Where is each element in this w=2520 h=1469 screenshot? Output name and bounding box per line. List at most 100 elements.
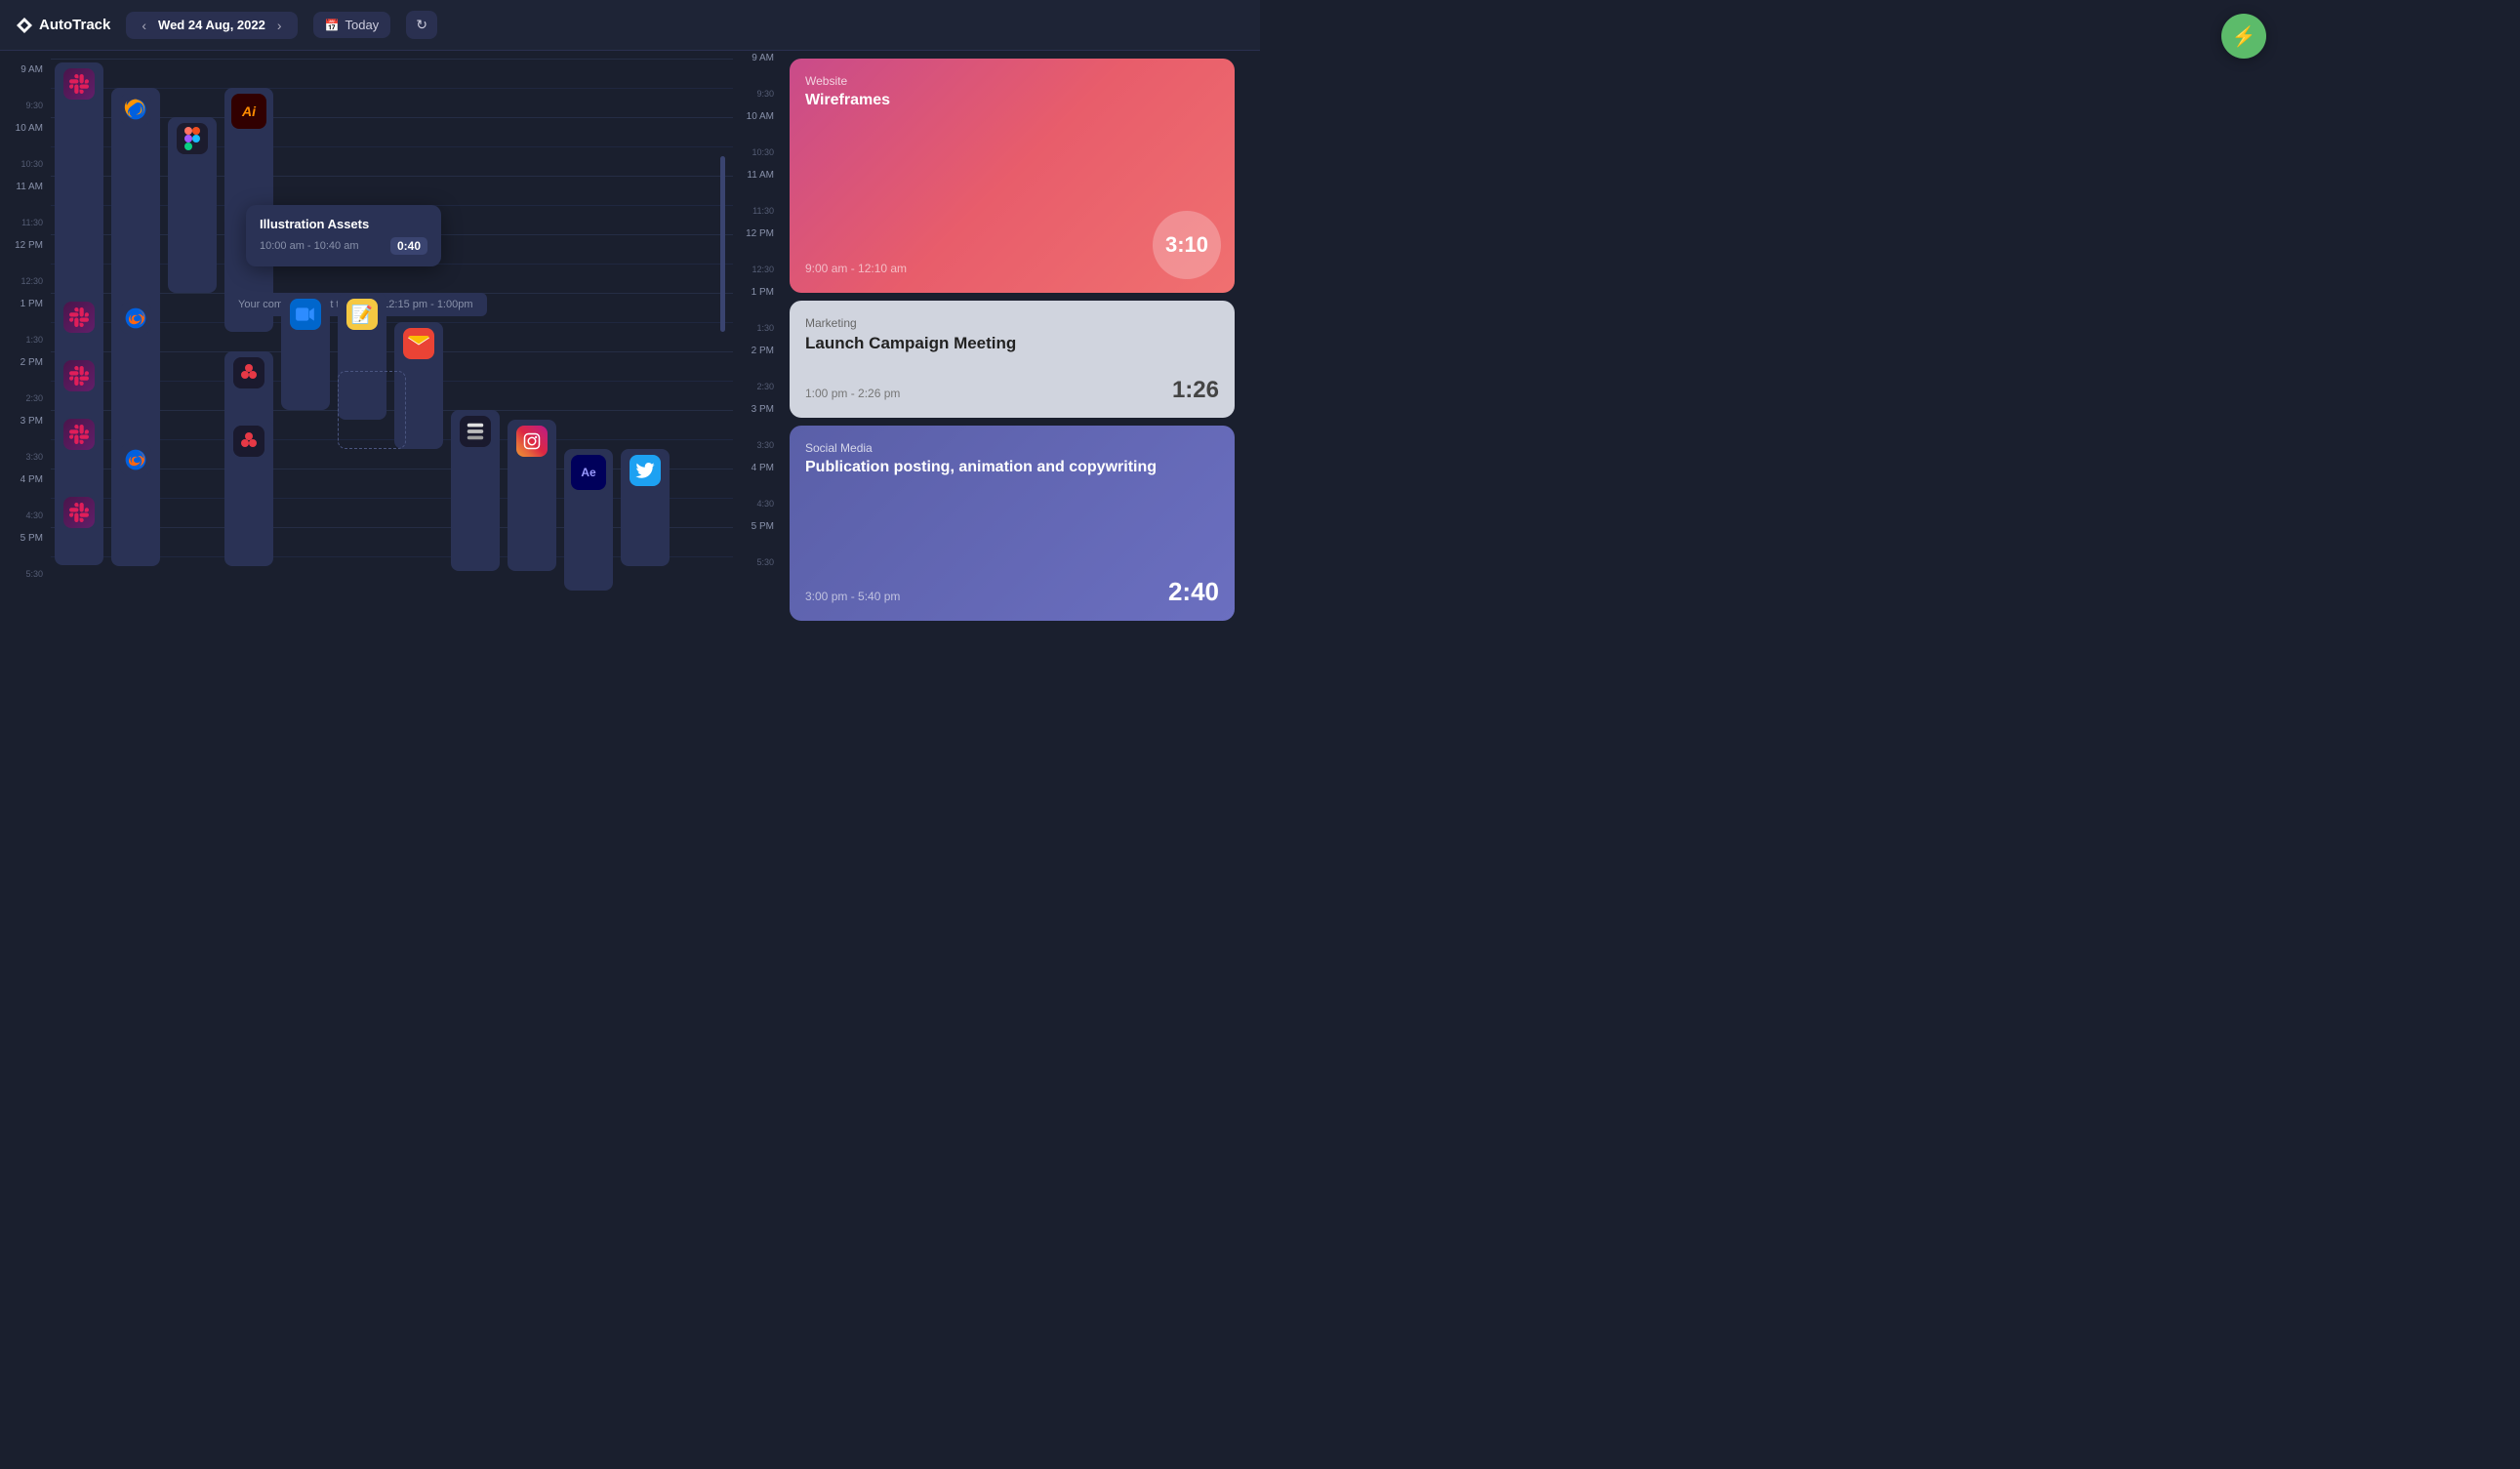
calendar-icon: 📅 xyxy=(325,19,340,32)
time-slot-9am: 9 AM 9:30 xyxy=(0,62,51,121)
resize-handle[interactable] xyxy=(720,156,725,332)
website-card-title: Wireframes xyxy=(805,92,1219,109)
time-11am: 11 AM xyxy=(0,182,51,192)
gmail-col-block[interactable] xyxy=(394,322,443,449)
time-9am: 9 AM xyxy=(0,64,51,75)
notes-col-block[interactable]: 📝 xyxy=(338,293,386,420)
time-5pm: 5 PM xyxy=(0,533,51,544)
time-slot-10am: 10 AM 10:30 xyxy=(0,121,51,180)
timeline-section: 9 AM 9:30 10 AM 10:30 11 AM 11:30 12 PM … xyxy=(0,51,733,734)
slack-col1-block[interactable] xyxy=(55,62,103,565)
gmail-icon xyxy=(403,328,434,359)
time-4pm: 4 PM xyxy=(0,474,51,485)
time-10am: 10 AM xyxy=(0,123,51,134)
lightning-fab-button[interactable]: ⚡ xyxy=(2221,14,2266,59)
marketing-meeting-card[interactable]: Marketing Launch Campaign Meeting 1:00 p… xyxy=(790,301,1235,418)
firefox-icon-top xyxy=(120,94,151,125)
figma-col-block[interactable] xyxy=(168,117,217,293)
time-130: 1:30 xyxy=(0,335,51,345)
today-button[interactable]: 📅 Today xyxy=(313,12,391,38)
next-date-button[interactable]: › xyxy=(273,18,286,33)
main-area: ⚡ 9 AM 9:30 10 AM 10:30 11 AM 11:30 1 xyxy=(0,51,1260,734)
time-230: 2:30 xyxy=(0,393,51,403)
firefox-icon-3pm xyxy=(120,444,151,475)
time-slot-12pm: 12 PM 12:30 xyxy=(0,238,51,297)
firefox-icon-1pm xyxy=(120,303,151,334)
website-card-time: 9:00 am - 12:10 am xyxy=(805,262,907,275)
app-header: AutoTrack ‹ Wed 24 Aug, 2022 › 📅 Today ↻ xyxy=(0,0,1260,51)
time-slot-5pm: 5 PM 5:30 xyxy=(0,531,51,590)
time-430: 4:30 xyxy=(0,510,51,520)
task-cards-area: Website Wireframes 9:00 am - 12:10 am 3:… xyxy=(782,51,1250,734)
notes-icon: 📝 xyxy=(346,299,378,330)
social-card-duration: 2:40 xyxy=(1168,577,1219,607)
time-slot-2pm: 2 PM 2:30 xyxy=(0,355,51,414)
figma-icon xyxy=(177,123,208,154)
social-media-card[interactable]: Social Media Publication posting, animat… xyxy=(790,426,1235,621)
ai-icon: Ai xyxy=(231,94,266,129)
stacks-col-block[interactable] xyxy=(451,410,500,571)
stacks-icon xyxy=(460,416,491,447)
time-12pm: 12 PM xyxy=(0,240,51,251)
prev-date-button[interactable]: ‹ xyxy=(138,18,150,33)
time-labels-left: 9 AM 9:30 10 AM 10:30 11 AM 11:30 12 PM … xyxy=(0,59,51,734)
time-1130: 11:30 xyxy=(0,218,51,227)
time-330: 3:30 xyxy=(0,452,51,462)
time-slot-1pm: 1 PM 1:30 xyxy=(0,297,51,355)
after-effects-icon: Ae xyxy=(571,455,606,490)
time-1230: 12:30 xyxy=(0,276,51,286)
tooltip-title: Illustration Assets xyxy=(260,217,427,231)
current-date: Wed 24 Aug, 2022 xyxy=(158,18,265,32)
time-1030: 10:30 xyxy=(0,159,51,169)
tooltip-duration-badge: 0:40 xyxy=(390,237,427,255)
lightning-icon: ⚡ xyxy=(2232,24,2256,49)
firefox-col-block[interactable] xyxy=(111,88,160,566)
social-card-label: Social Media xyxy=(805,441,1219,455)
right-time-labels: 9 AM9:30 10 AM10:30 11 AM11:30 12 PM12:3… xyxy=(733,51,782,734)
slack-icon-4pm xyxy=(63,497,95,528)
davinci-icon2 xyxy=(233,426,264,457)
website-card-duration: 3:10 xyxy=(1153,211,1221,279)
slack-icon-1pm xyxy=(63,302,95,333)
ai-tooltip[interactable]: Illustration Assets 10:00 am - 10:40 am … xyxy=(246,205,441,266)
marketing-card-duration: 1:26 xyxy=(1172,377,1219,404)
refresh-icon: ↻ xyxy=(416,17,427,32)
social-card-title: Publication posting, animation and copyw… xyxy=(805,459,1219,476)
marketing-card-label: Marketing xyxy=(805,316,1219,330)
twitter-col-block[interactable] xyxy=(621,449,670,566)
time-1pm: 1 PM xyxy=(0,299,51,309)
davinci-icon xyxy=(233,357,264,388)
time-slot-4pm: 4 PM 4:30 xyxy=(0,472,51,531)
tooltip-time-row: 10:00 am - 10:40 am 0:40 xyxy=(260,237,427,255)
social-card-time: 3:00 pm - 5:40 pm xyxy=(805,590,900,603)
slack-icon-2pm xyxy=(63,360,95,391)
website-wireframes-card[interactable]: Website Wireframes 9:00 am - 12:10 am 3:… xyxy=(790,59,1235,293)
time-930: 9:30 xyxy=(0,101,51,110)
today-label: Today xyxy=(345,18,379,32)
logo-icon xyxy=(16,17,33,34)
app-activity-area: Ai xyxy=(51,59,733,734)
right-section: 9 AM9:30 10 AM10:30 11 AM11:30 12 PM12:3… xyxy=(733,51,1260,734)
zoom-col-block[interactable] xyxy=(281,293,330,410)
marketing-card-title: Launch Campaign Meeting xyxy=(805,334,1219,353)
time-slot-11am: 11 AM 11:30 xyxy=(0,180,51,238)
timeline-scroll[interactable]: 9 AM 9:30 10 AM 10:30 11 AM 11:30 12 PM … xyxy=(0,59,733,734)
app-name: AutoTrack xyxy=(39,17,110,33)
app-logo: AutoTrack xyxy=(16,17,110,34)
zoom-icon xyxy=(290,299,321,330)
slack-icon-top xyxy=(63,68,95,100)
date-navigation[interactable]: ‹ Wed 24 Aug, 2022 › xyxy=(126,12,297,39)
instagram-icon xyxy=(516,426,548,457)
time-2pm: 2 PM xyxy=(0,357,51,368)
refresh-button[interactable]: ↻ xyxy=(406,11,437,39)
instagram-col-block[interactable] xyxy=(508,420,556,571)
davinci-col2-block[interactable] xyxy=(224,420,273,566)
time-slot-3pm: 3 PM 3:30 xyxy=(0,414,51,472)
slack-icon-3pm xyxy=(63,419,95,450)
time-3pm: 3 PM xyxy=(0,416,51,427)
tooltip-time-range: 10:00 am - 10:40 am xyxy=(260,240,359,252)
time-530: 5:30 xyxy=(0,569,51,579)
twitter-icon xyxy=(630,455,661,486)
ae-col-block[interactable]: Ae xyxy=(564,449,613,591)
website-card-label: Website xyxy=(805,74,1219,88)
